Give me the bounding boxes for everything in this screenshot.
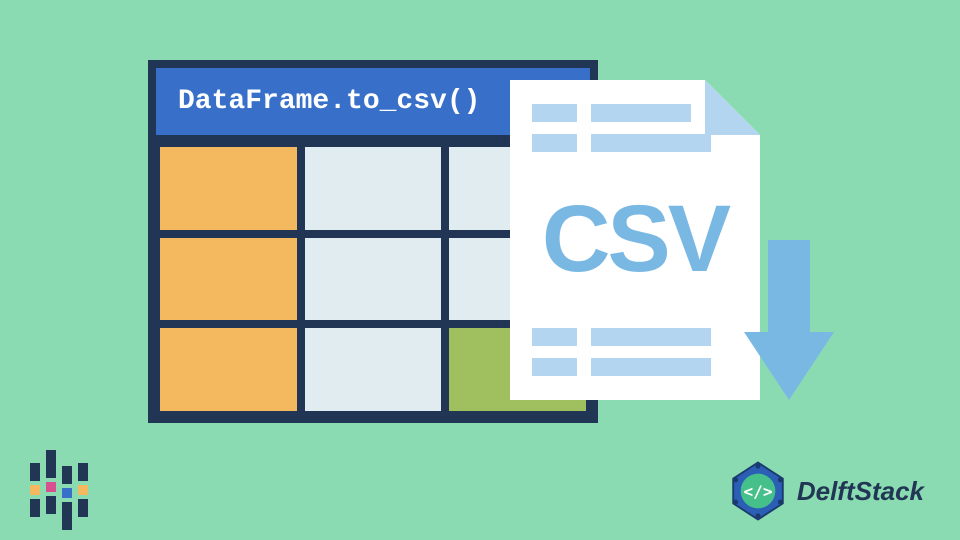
file-row [532, 134, 738, 152]
logo-bar [46, 450, 56, 478]
file-bar [591, 328, 711, 346]
grid-cell [156, 234, 301, 325]
logo-bar [78, 499, 88, 517]
grid-cell [301, 234, 446, 325]
file-row [532, 358, 738, 376]
logo-col [62, 466, 72, 530]
logo-bar [30, 499, 40, 517]
logo-bar [78, 463, 88, 481]
file-row [532, 104, 738, 122]
grid-cell [301, 324, 446, 415]
logo-bar [46, 496, 56, 514]
file-bar [591, 134, 711, 152]
grid-cell [156, 324, 301, 415]
logo-square [62, 488, 72, 498]
grid-cell [301, 143, 446, 234]
logo-bar [62, 502, 72, 530]
brand-name: DelftStack [797, 476, 924, 507]
file-lines-bottom [532, 328, 738, 376]
file-bar [591, 358, 711, 376]
file-lines-top [532, 104, 738, 152]
svg-text:</>: </> [743, 482, 772, 501]
arrow-head [744, 332, 834, 400]
logo-square [30, 485, 40, 495]
logo-square [78, 485, 88, 495]
file-bar [532, 134, 577, 152]
file-bar [532, 358, 577, 376]
delftstack-logo: </> DelftStack [727, 460, 924, 522]
logo-bar [62, 466, 72, 484]
logo-col [78, 463, 88, 517]
csv-label: CSV [510, 185, 760, 294]
file-bar [532, 328, 577, 346]
arrow-stem [768, 240, 810, 336]
header-title: DataFrame.to_csv() [178, 86, 480, 117]
logo-col [30, 463, 40, 517]
delftstack-emblem-icon: </> [727, 460, 789, 522]
file-bar [591, 104, 691, 122]
logo-square [46, 482, 56, 492]
file-bar [532, 104, 577, 122]
logo-col [46, 450, 56, 514]
grid-cell [156, 143, 301, 234]
csv-file-icon: CSV [510, 80, 760, 400]
pandas-logo-icon [30, 454, 92, 526]
file-row [532, 328, 738, 346]
logo-bar [30, 463, 40, 481]
download-arrow-icon [744, 240, 834, 400]
